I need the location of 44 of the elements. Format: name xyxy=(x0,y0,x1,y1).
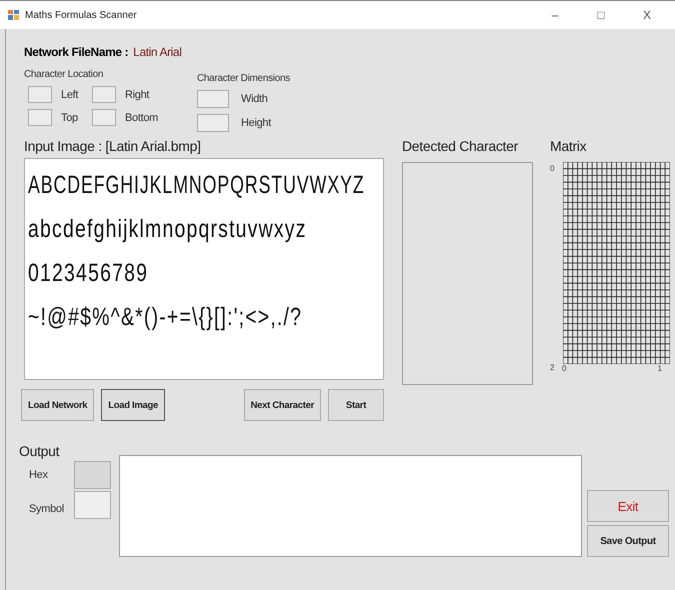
field-label: Hex xyxy=(29,469,49,481)
maximize-button[interactable]: □ xyxy=(581,8,621,22)
network-filename: Latin Arial xyxy=(133,45,182,59)
input-field[interactable] xyxy=(28,109,52,126)
axis-label: 0 xyxy=(550,164,556,173)
action-button[interactable]: Load Image xyxy=(101,389,166,421)
input-field[interactable] xyxy=(92,109,116,126)
input-field[interactable] xyxy=(197,90,229,108)
minimize-button[interactable]: – xyxy=(535,8,575,22)
group-title: Character Location xyxy=(24,69,104,80)
field-label: Right xyxy=(125,88,150,100)
save-output-button[interactable]: Save Output xyxy=(587,525,669,557)
exit-button[interactable]: Exit xyxy=(587,490,669,522)
output-title: Output xyxy=(19,443,60,459)
output-text-area[interactable] xyxy=(119,455,582,557)
action-button[interactable]: Next Character xyxy=(244,389,321,421)
field-label: Height xyxy=(241,117,271,129)
field-label: Top xyxy=(61,112,78,124)
axis-label: 1 xyxy=(658,364,662,373)
field-label: Left xyxy=(61,88,78,100)
app-icon xyxy=(8,10,19,20)
action-button[interactable]: Start xyxy=(328,389,384,421)
close-button[interactable]: X xyxy=(627,8,667,22)
sample-text: abcdefghijklmnopqrstuvwxyz xyxy=(28,214,307,244)
network-label: Network FileName : xyxy=(24,45,128,59)
axis-label: 0 xyxy=(562,364,566,373)
sample-text: ABCDEFGHIJKLMNOPQRSTUVWXYZ xyxy=(28,170,365,200)
input-field[interactable] xyxy=(197,114,229,132)
detected-title: Detected Character xyxy=(402,138,519,154)
field-label: Symbol xyxy=(29,503,65,515)
input-field[interactable] xyxy=(92,86,116,103)
input-image-title: Input Image : [Latin Arial.bmp] xyxy=(24,138,202,154)
window-title: Maths Formulas Scanner xyxy=(25,10,137,20)
action-button[interactable]: Load Network xyxy=(21,389,94,421)
symbol-field[interactable] xyxy=(74,491,111,519)
sample-text: ~!@#$%^&*()-+=\{}[]:';<>,./? xyxy=(28,302,302,332)
matrix-title: Matrix xyxy=(550,138,588,154)
axis-label: 2 xyxy=(550,363,556,372)
group-title: Character Dimensions xyxy=(197,73,290,84)
field-label: Width xyxy=(241,93,268,105)
field-label: Bottom xyxy=(125,112,158,124)
sample-text: 0123456789 xyxy=(28,258,148,288)
hex-field[interactable] xyxy=(74,461,111,489)
input-field[interactable] xyxy=(28,86,52,103)
